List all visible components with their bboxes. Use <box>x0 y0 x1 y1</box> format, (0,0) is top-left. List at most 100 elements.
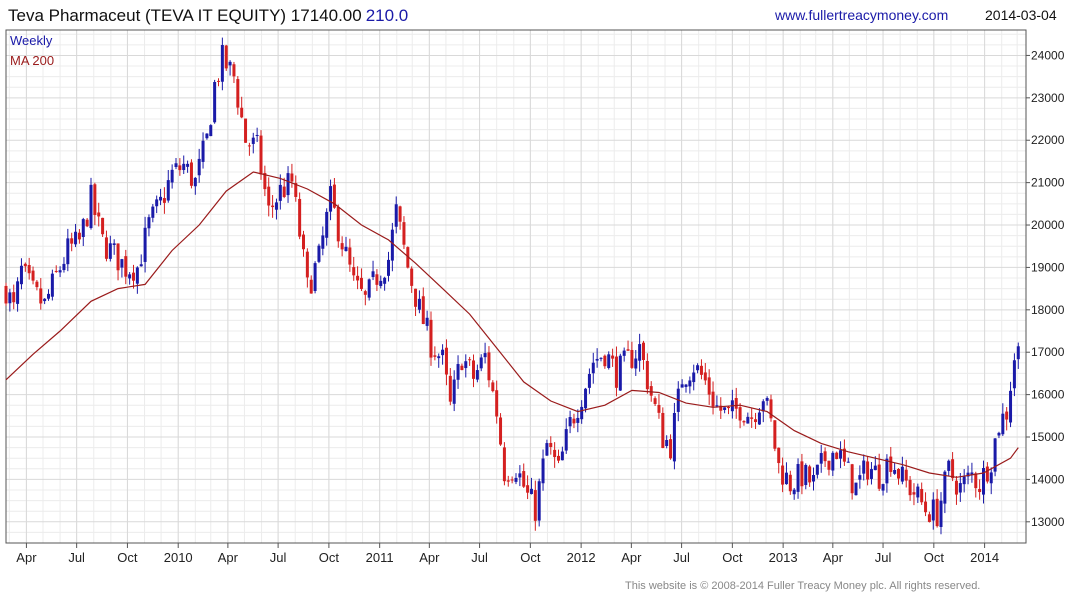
candle-body <box>356 275 360 281</box>
candle-body <box>560 451 564 461</box>
candle-body <box>255 134 259 136</box>
candle-body <box>808 466 812 483</box>
weekly-candle <box>16 277 20 312</box>
candle-body <box>483 353 487 358</box>
candle-body <box>282 186 286 197</box>
weekly-candle <box>437 353 441 368</box>
weekly-candle <box>205 133 209 140</box>
x-tick-label: Jul <box>270 550 287 565</box>
candle-body <box>580 406 584 420</box>
candle-body <box>854 482 858 496</box>
weekly-candle <box>54 265 58 273</box>
candle-body <box>707 377 711 395</box>
weekly-candle <box>808 464 812 487</box>
weekly-candle <box>224 44 228 71</box>
candle-body <box>433 355 437 357</box>
x-tick-label: Apr <box>16 550 37 565</box>
x-tick-label: 2010 <box>164 550 193 565</box>
candle-body <box>336 206 340 242</box>
candle-body <box>781 465 785 485</box>
candle-body <box>421 296 425 325</box>
y-tick-label: 23000 <box>1031 91 1065 105</box>
weekly-candle <box>267 177 271 217</box>
candle-body <box>584 388 588 409</box>
candle-body <box>696 365 700 371</box>
candle-body <box>166 180 170 201</box>
candle-body <box>290 173 294 182</box>
candle-body <box>104 237 108 259</box>
weekly-candle <box>81 217 85 247</box>
weekly-candle <box>39 278 43 310</box>
candle-body <box>70 238 74 244</box>
weekly-candle <box>325 208 329 246</box>
weekly-candle <box>132 264 135 289</box>
weekly-candle <box>576 409 580 433</box>
candle-body <box>997 432 1001 436</box>
weekly-candle <box>669 434 673 460</box>
candle-body <box>819 453 823 464</box>
weekly-candle <box>924 492 928 517</box>
weekly-candle <box>213 79 217 124</box>
candle-body <box>885 458 889 484</box>
weekly-candle <box>274 198 278 220</box>
candle-body <box>711 391 715 407</box>
weekly-candle <box>414 288 418 317</box>
candle-body <box>924 501 928 513</box>
weekly-candle <box>1012 353 1016 397</box>
candle-body <box>657 405 661 413</box>
candle-body <box>139 264 143 267</box>
candle-body <box>186 163 190 167</box>
candle-body <box>564 429 568 451</box>
candle-body <box>499 417 503 445</box>
candle-body <box>812 474 815 482</box>
candle-body <box>943 471 947 504</box>
x-tick-label: 2012 <box>567 550 596 565</box>
candle-body <box>271 205 275 208</box>
candle-body <box>97 212 101 217</box>
candle-body <box>954 480 958 495</box>
weekly-candle <box>653 396 657 407</box>
candle-body <box>522 471 526 487</box>
candle-body <box>259 135 263 175</box>
candle-body <box>155 199 159 207</box>
weekly-candle <box>784 462 788 485</box>
weekly-candle <box>599 357 603 362</box>
candle-body <box>757 412 761 425</box>
candle-body <box>220 45 224 82</box>
weekly-candle <box>638 333 642 372</box>
candle-body <box>815 464 819 475</box>
candle-body <box>472 360 475 379</box>
weekly-candle <box>182 155 186 175</box>
weekly-candle <box>699 359 703 380</box>
weekly-candle <box>371 260 375 281</box>
weekly-candle <box>251 132 255 154</box>
weekly-candle <box>178 158 182 176</box>
candle-body <box>947 460 951 471</box>
weekly-candle <box>162 187 166 214</box>
candle-body <box>572 418 576 424</box>
weekly-candle <box>344 236 348 252</box>
weekly-candle <box>189 159 193 189</box>
x-tick-label: 2013 <box>769 550 798 565</box>
x-tick-label: Jul <box>68 550 85 565</box>
weekly-candle <box>920 482 924 505</box>
weekly-candle <box>464 354 468 378</box>
candle-body <box>669 439 673 459</box>
weekly-candle <box>800 453 804 495</box>
weekly-candle <box>881 483 885 496</box>
candle-body <box>8 292 12 304</box>
candle-body <box>479 357 483 369</box>
candle-body <box>325 211 329 238</box>
weekly-candle <box>483 342 487 364</box>
weekly-candle <box>642 340 645 370</box>
candle-body <box>367 279 371 298</box>
candle-body <box>541 458 545 484</box>
candle-body <box>205 133 209 139</box>
weekly-candle <box>220 37 224 91</box>
weekly-candle <box>962 469 966 493</box>
candle-body <box>839 450 843 459</box>
candle-body <box>151 206 155 218</box>
weekly-candle <box>302 230 305 257</box>
candle-body <box>47 293 50 299</box>
weekly-candle <box>236 76 240 115</box>
